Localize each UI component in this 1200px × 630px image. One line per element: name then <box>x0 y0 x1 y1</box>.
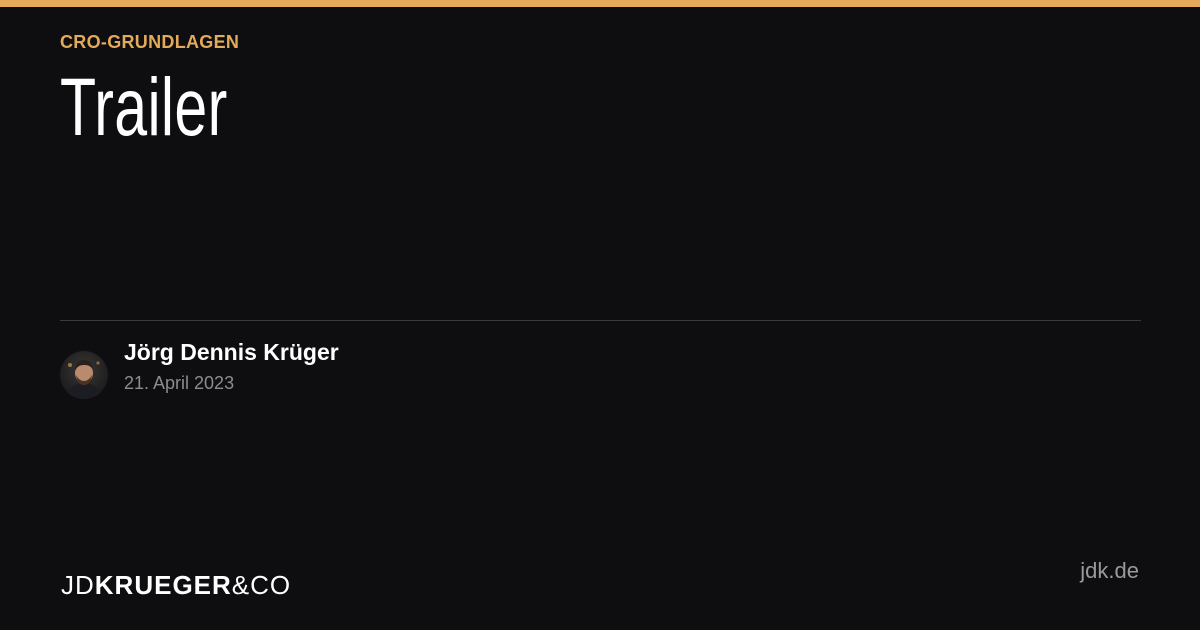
divider <box>60 320 1141 321</box>
logo-name: KRUEGER <box>94 570 232 600</box>
author-avatar <box>60 351 108 399</box>
page-title: Trailer <box>60 62 228 153</box>
logo-suffix: &CO <box>231 570 292 600</box>
post-date: 21. April 2023 <box>124 373 235 393</box>
author-name[interactable]: Jörg Dennis Krüger <box>124 339 339 366</box>
avatar-photo <box>60 351 108 399</box>
brand-logo[interactable]: JD KRUEGER &CO <box>61 572 291 598</box>
category-label[interactable]: CRO-GRUNDLAGEN <box>60 32 239 53</box>
site-domain[interactable]: jdk.de <box>1080 558 1139 584</box>
accent-bar <box>0 0 1200 7</box>
logo-initials: JD <box>61 570 95 600</box>
